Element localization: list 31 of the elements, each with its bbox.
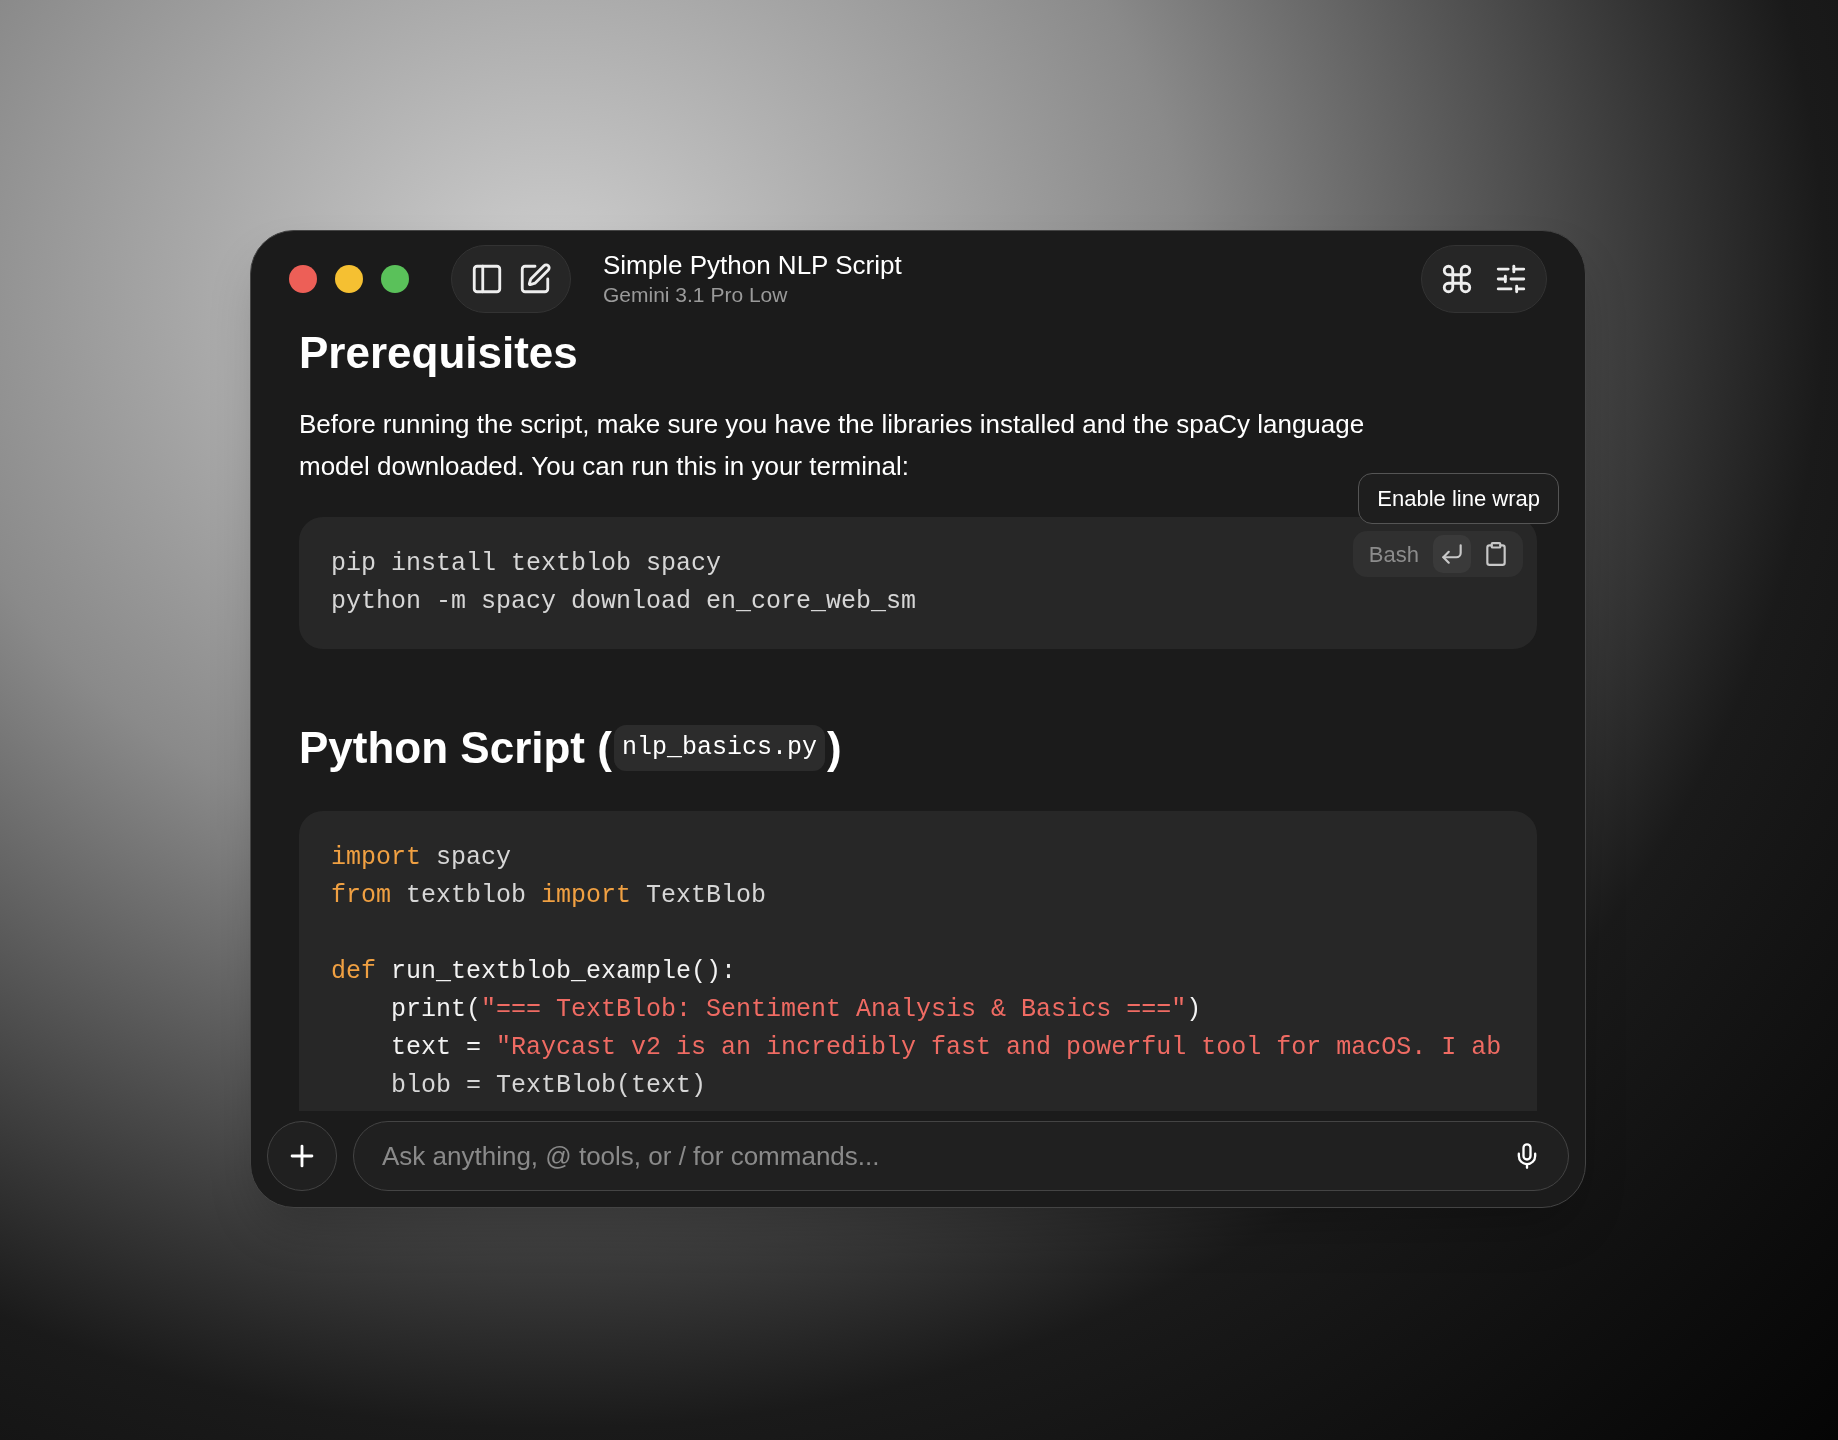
- code-line: print("=== TextBlob: Sentiment Analysis & Basics ==="): [390, 994, 1202, 1026]
- section-heading: Python Script (: [299, 722, 612, 774]
- code-line: text = "Raycast v2 is an incredibly fast and powerful tool for macOS. I ab: [390, 1032, 1502, 1064]
- model-subtitle: Gemini 3.1 Pro Low: [603, 282, 789, 308]
- sidebar-toggle-button[interactable]: [470, 262, 504, 296]
- section-heading: Prerequisites: [299, 327, 579, 379]
- code-line: from textblob import TextBlob: [331, 880, 767, 912]
- window-title: Simple Python NLP Script: [603, 249, 902, 281]
- settings-icon: [1494, 262, 1528, 296]
- close-button[interactable]: [289, 265, 317, 293]
- new-chat-button[interactable]: [518, 262, 552, 296]
- language-label: Bash: [1368, 540, 1419, 569]
- command-button[interactable]: [1440, 262, 1474, 296]
- zoom-button[interactable]: [381, 265, 409, 293]
- section-heading: ): [826, 722, 842, 774]
- message-input[interactable]: Ask anything, @ tools, or / for commands...: [353, 1121, 1569, 1191]
- code-line: blob = TextBlob(text): [390, 1070, 707, 1102]
- minimize-button[interactable]: [335, 265, 363, 293]
- sidebar-icon: [470, 262, 504, 296]
- code-line: python -m spacy download en_core_web_sm: [331, 586, 917, 618]
- settings-button[interactable]: [1494, 262, 1528, 296]
- code-line: pip install textblob spacy: [331, 548, 722, 580]
- code-line: import spacy: [331, 842, 512, 874]
- clipboard-icon: [1483, 541, 1509, 567]
- line-wrap-button[interactable]: [1433, 535, 1471, 573]
- inline-code: nlp_basics.py: [613, 725, 825, 771]
- return-icon: [1439, 541, 1465, 567]
- command-icon: [1440, 262, 1474, 296]
- tooltip: Enable line wrap: [1358, 473, 1559, 524]
- code-line: def run_textblob_example():: [331, 956, 737, 988]
- compose-icon: [518, 262, 552, 296]
